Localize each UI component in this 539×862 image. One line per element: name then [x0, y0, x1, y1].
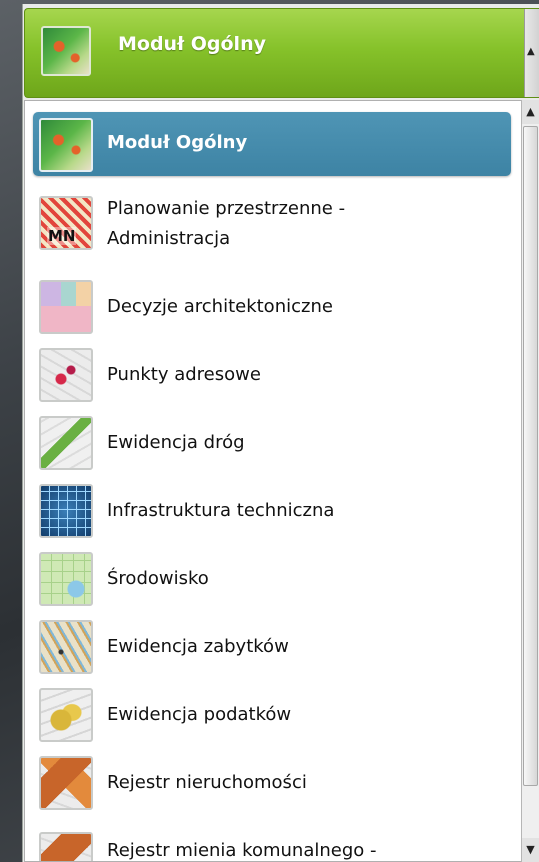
mienie-icon	[39, 832, 93, 861]
list-item-podatki[interactable]: Ewidencja podatków	[33, 682, 511, 746]
modul-ogolny-icon	[41, 26, 91, 76]
zabytki-icon	[39, 620, 93, 674]
list-item-label: Moduł Ogólny	[107, 132, 248, 153]
planowanie-icon: MN	[39, 196, 93, 250]
list-item-decyzje[interactable]: Decyzje architektoniczne	[33, 274, 511, 338]
infrastruktura-icon	[39, 484, 93, 538]
list-item-label: Infrastruktura techniczna	[107, 500, 335, 521]
list-item-label: Rejestr nieruchomości	[107, 772, 307, 793]
list-item-ewidencja-drog[interactable]: Ewidencja dróg	[33, 410, 511, 474]
scroll-up-button[interactable]: ▲	[522, 100, 539, 124]
selected-module-label: Moduł Ogólny	[118, 33, 266, 55]
list-item-srodowisko[interactable]: Środowisko	[33, 546, 511, 610]
decyzje-icon	[39, 280, 93, 334]
list-item-infrastruktura[interactable]: Infrastruktura techniczna	[33, 478, 511, 542]
podatki-icon	[39, 688, 93, 742]
list-item-label: Punkty adresowe	[107, 364, 261, 385]
chevron-down-icon: ▼	[526, 843, 535, 856]
module-dropdown-list[interactable]: Moduł Ogólny MN Planowanie przestrzenne …	[24, 100, 521, 862]
list-item-mienie-komunalne[interactable]: Rejestr mienia komunalnego -	[33, 826, 511, 861]
planowanie-icon-text: MN	[47, 227, 77, 245]
srodowisko-icon	[39, 552, 93, 606]
scroll-down-button[interactable]: ▼	[522, 838, 539, 862]
chevron-up-icon: ▲	[526, 105, 535, 118]
modul-ogolny-icon	[39, 118, 93, 172]
ewidencja-drog-icon	[39, 416, 93, 470]
list-item-label: Rejestr mienia komunalnego -	[107, 840, 377, 861]
list-item-label-line2: Administracja	[107, 228, 231, 249]
list-item-label: Ewidencja zabytków	[107, 636, 289, 657]
list-item-modul-ogolny[interactable]: Moduł Ogólny	[33, 112, 511, 176]
list-item-punkty-adresowe[interactable]: Punkty adresowe	[33, 342, 511, 406]
list-item-nieruchomosci[interactable]: Rejestr nieruchomości	[33, 750, 511, 814]
list-item-label: Ewidencja podatków	[107, 704, 292, 725]
list-item-zabytki[interactable]: Ewidencja zabytków	[33, 614, 511, 678]
list-item-planowanie[interactable]: MN Planowanie przestrzenne - Administrac…	[33, 190, 511, 254]
chevron-up-icon: ▲	[527, 46, 535, 57]
list-item-label: Decyzje architektoniczne	[107, 296, 333, 317]
list-item-label: Środowisko	[107, 568, 209, 589]
module-combobox[interactable]: Moduł Ogólny ▲	[24, 8, 539, 98]
list-item-label: Ewidencja dróg	[107, 432, 245, 453]
dropdown-scrollbar[interactable]: ▲ ▼	[521, 100, 539, 862]
scrollbar-thumb[interactable]	[523, 126, 538, 786]
list-item-label: Planowanie przestrzenne -	[107, 198, 346, 219]
nieruchomosci-icon	[39, 756, 93, 810]
punkty-adresowe-icon	[39, 348, 93, 402]
combobox-scroll-button[interactable]: ▲	[524, 9, 539, 97]
